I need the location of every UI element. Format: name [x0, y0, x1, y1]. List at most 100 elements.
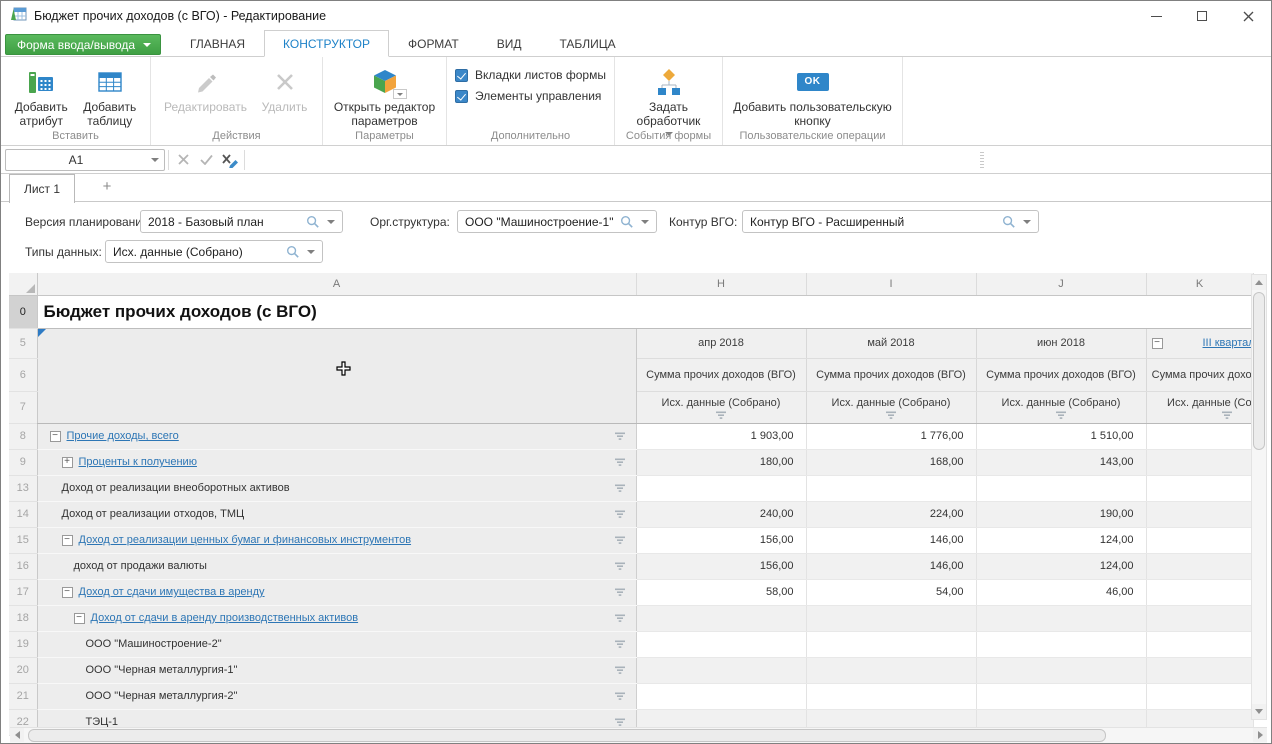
data-cell[interactable] — [1146, 631, 1253, 657]
row-label[interactable]: доход от продажи валюты — [74, 560, 207, 572]
data-cell[interactable]: 124,00 — [976, 553, 1146, 579]
search-icon[interactable] — [286, 245, 300, 259]
scroll-right-button[interactable] — [1253, 728, 1267, 742]
filter-icon[interactable] — [614, 562, 626, 571]
data-cell[interactable] — [636, 683, 806, 709]
tab-konstruktor[interactable]: КОНСТРУКТОР — [264, 30, 389, 57]
datatype-cell[interactable]: Исх. данные (Собрано) — [976, 391, 1146, 423]
open-param-editor-button[interactable]: Открыть редактор параметров — [329, 62, 440, 130]
contour-filter-combo[interactable]: Контур ВГО - Расширенный — [742, 210, 1039, 233]
row-label[interactable]: Доход от реализации отходов, ТМЦ — [62, 508, 245, 520]
filter-icon[interactable] — [614, 458, 626, 467]
data-cell[interactable] — [976, 683, 1146, 709]
data-cell[interactable] — [806, 475, 976, 501]
tab-glavnaya[interactable]: ГЛАВНАЯ — [171, 30, 264, 57]
data-cell[interactable] — [1146, 657, 1253, 683]
filter-icon[interactable] — [614, 640, 626, 649]
data-cell[interactable] — [636, 657, 806, 683]
row-header-cell[interactable]: ООО "Черная металлургия-1" — [37, 657, 636, 683]
filter-icon[interactable] — [614, 588, 626, 597]
scroll-left-button[interactable] — [10, 728, 24, 742]
column-header-a[interactable]: A — [37, 273, 636, 295]
data-cell[interactable]: 168,00 — [806, 449, 976, 475]
row-header-cell[interactable]: ООО "Черная металлургия-2" — [37, 683, 636, 709]
expand-box[interactable]: − — [62, 587, 73, 598]
measure-cell[interactable]: Сумма прочих доходов (ВГО) — [1146, 358, 1253, 391]
row-label[interactable]: ООО "Машиностроение-2" — [86, 638, 222, 650]
form-title-cell[interactable]: Бюджет прочих доходов (с ВГО) — [37, 295, 1253, 328]
measure-cell[interactable]: Сумма прочих доходов (ВГО) — [636, 358, 806, 391]
form-io-menu-button[interactable]: Форма ввода/вывода — [5, 34, 161, 55]
data-cell[interactable]: 224,00 — [806, 501, 976, 527]
data-cell[interactable] — [976, 475, 1146, 501]
filter-icon[interactable] — [614, 432, 626, 441]
row-header-cell[interactable]: Доход от реализации отходов, ТМЦ — [37, 501, 636, 527]
row-label[interactable]: Доход от реализации ценных бумаг и финан… — [79, 534, 412, 546]
data-cell[interactable] — [976, 631, 1146, 657]
filter-icon[interactable] — [1055, 411, 1067, 420]
expand-box[interactable]: − — [50, 431, 61, 442]
tab-vid[interactable]: ВИД — [478, 30, 541, 57]
row-number[interactable]: 0 — [9, 295, 37, 328]
select-all-corner[interactable] — [9, 273, 37, 295]
filter-icon[interactable] — [614, 484, 626, 493]
chevron-down-icon[interactable] — [641, 220, 649, 224]
filter-icon[interactable] — [614, 536, 626, 545]
quarter-link[interactable]: III квартал — [1203, 337, 1254, 349]
row-number[interactable]: 8 — [9, 423, 37, 449]
filter-icon[interactable] — [885, 411, 897, 420]
edit-button[interactable]: Редактировать — [158, 62, 254, 116]
datatype-cell[interactable]: Исх. данные (Собрано) — [806, 391, 976, 423]
tab-tablitsa[interactable]: ТАБЛИЦА — [540, 30, 634, 57]
delete-button[interactable]: Удалить — [254, 62, 316, 116]
data-cell[interactable] — [1146, 579, 1253, 605]
datatype-cell[interactable]: Исх. данные (Собрано) — [636, 391, 806, 423]
vertical-scrollbar-thumb[interactable] — [1253, 292, 1265, 450]
data-cell[interactable] — [1146, 449, 1253, 475]
row-number[interactable]: 17 — [9, 579, 37, 605]
expand-box[interactable]: + — [62, 457, 73, 468]
search-icon[interactable] — [306, 215, 320, 229]
add-user-button[interactable]: OK Добавить пользовательскую кнопку — [729, 62, 896, 130]
filter-icon[interactable] — [614, 666, 626, 675]
data-cell[interactable]: 124,00 — [976, 527, 1146, 553]
row-number[interactable]: 20 — [9, 657, 37, 683]
data-cell[interactable]: 58,00 — [636, 579, 806, 605]
expand-box[interactable]: − — [74, 613, 85, 624]
row-label[interactable]: Прочие доходы, всего — [67, 430, 179, 442]
data-cell[interactable] — [976, 657, 1146, 683]
row-header-cell[interactable]: доход от продажи валюты — [37, 553, 636, 579]
row-number[interactable]: 9 — [9, 449, 37, 475]
add-attribute-button[interactable]: Добавить атрибут — [7, 62, 76, 130]
period-cell[interactable]: апр 2018 — [636, 328, 806, 358]
data-cell[interactable]: 1 510,00 — [976, 423, 1146, 449]
filter-icon[interactable] — [715, 411, 727, 420]
row-number[interactable]: 6 — [9, 358, 37, 391]
horizontal-scrollbar[interactable] — [10, 727, 1267, 743]
filter-icon[interactable] — [614, 614, 626, 623]
chevron-down-icon[interactable] — [307, 250, 315, 254]
minimize-button[interactable] — [1133, 1, 1179, 31]
row-number[interactable]: 5 — [9, 328, 37, 358]
column-header-h[interactable]: H — [636, 273, 806, 295]
sheet-tab-list1[interactable]: Лист 1 — [9, 174, 75, 203]
row-number[interactable]: 18 — [9, 605, 37, 631]
data-cell[interactable] — [636, 605, 806, 631]
filter-icon[interactable] — [614, 718, 626, 727]
param-editor-dropdown[interactable] — [393, 89, 407, 99]
column-header-i[interactable]: I — [806, 273, 976, 295]
close-button[interactable] — [1225, 1, 1271, 31]
row-label[interactable]: Доход от сдачи имущества в аренду — [79, 586, 265, 598]
row-number[interactable]: 16 — [9, 553, 37, 579]
data-cell[interactable] — [1146, 553, 1253, 579]
row-number[interactable]: 21 — [9, 683, 37, 709]
filter-icon[interactable] — [614, 692, 626, 701]
data-cell[interactable]: 240,00 — [636, 501, 806, 527]
data-types-filter-combo[interactable]: Исх. данные (Собрано) — [105, 240, 323, 263]
data-cell[interactable]: 46,00 — [976, 579, 1146, 605]
data-cell[interactable] — [1146, 423, 1253, 449]
chevron-down-icon[interactable] — [1023, 220, 1031, 224]
checkbox-controls[interactable]: Элементы управления — [455, 89, 606, 103]
row-label[interactable]: ООО "Черная металлургия-2" — [86, 690, 238, 702]
expand-box[interactable]: − — [62, 535, 73, 546]
